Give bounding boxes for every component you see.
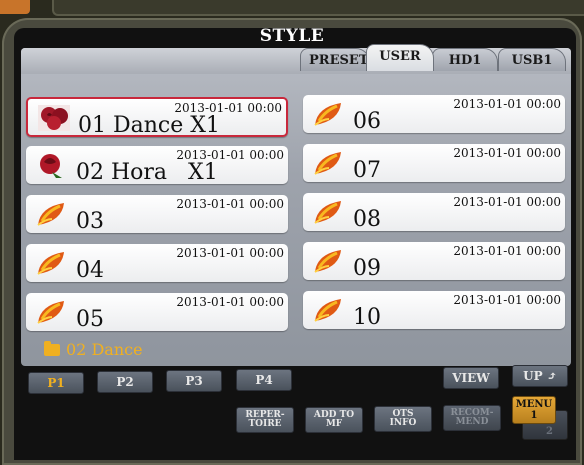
file-item-04[interactable]: 2013-01-01 00:00 04 [26, 244, 288, 283]
page-button-p3[interactable]: P3 [166, 370, 222, 392]
file-date: 2013-01-01 00:00 [453, 146, 561, 160]
leaf-icon [314, 201, 341, 224]
tab-user[interactable]: USER [366, 44, 434, 71]
file-date: 2013-01-01 00:00 [176, 246, 284, 260]
file-date: 2013-01-01 00:00 [453, 97, 561, 111]
repertoire-label-2: TOIRE [248, 419, 282, 429]
leaf-icon [314, 103, 341, 126]
recommend-label-2: MEND [455, 417, 489, 427]
leaf-icon [314, 299, 341, 322]
ots-info-label-2: INFO [389, 418, 417, 428]
file-name: 05 [76, 307, 104, 332]
file-name: 03 [76, 209, 104, 234]
folder-label: 02 Dance [66, 340, 143, 359]
file-item-02[interactable]: 2013-01-01 00:00 02 Hora X1 [26, 146, 288, 185]
leaf-icon [314, 152, 341, 175]
page-title: STYLE [259, 26, 325, 46]
file-item-01[interactable]: 2013-01-01 00:00 01 Dance X1 [26, 97, 288, 138]
file-date: 2013-01-01 00:00 [176, 295, 284, 309]
page-button-p4[interactable]: P4 [236, 369, 292, 391]
menu-1-number: 1 [530, 410, 538, 421]
file-name: 09 [353, 256, 381, 281]
file-name: 10 [353, 305, 381, 330]
rose-icon [38, 105, 70, 131]
tab-usb1[interactable]: USB1 [498, 48, 566, 71]
file-date: 2013-01-01 00:00 [176, 197, 284, 211]
file-item-05[interactable]: 2013-01-01 00:00 05 [26, 293, 288, 332]
tab-hd1[interactable]: HD1 [432, 48, 498, 71]
page-button-p1[interactable]: P1 [28, 372, 84, 394]
leaf-icon [314, 250, 341, 273]
tab-preset[interactable]: PRESET [300, 48, 370, 71]
file-name: 02 Hora X1 [76, 160, 218, 185]
menu-1-button[interactable]: MENU 1 [512, 396, 556, 424]
up-label: UP [523, 369, 543, 383]
file-item-09[interactable]: 2013-01-01 00:00 09 [303, 242, 565, 281]
ots-info-button[interactable]: OTS INFO [374, 406, 432, 432]
add-to-mf-button[interactable]: ADD TO MF [305, 407, 363, 433]
current-folder[interactable]: 02 Dance [44, 340, 143, 359]
file-name: 04 [76, 258, 104, 283]
add-to-mf-label-2: MF [325, 419, 343, 429]
file-date: 2013-01-01 00:00 [453, 195, 561, 209]
up-arrow-icon: ⤴ [546, 369, 557, 383]
file-item-03[interactable]: 2013-01-01 00:00 03 [26, 195, 288, 234]
up-button[interactable]: UP ⤴ [512, 365, 568, 387]
file-item-10[interactable]: 2013-01-01 00:00 10 [303, 291, 565, 330]
file-item-06[interactable]: 2013-01-01 00:00 06 [303, 95, 565, 134]
corner-tab [0, 0, 30, 14]
folder-icon [44, 341, 60, 356]
file-date: 2013-01-01 00:00 [453, 293, 561, 307]
file-date: 2013-01-01 00:00 [453, 244, 561, 258]
leaf-icon [37, 301, 64, 324]
file-item-07[interactable]: 2013-01-01 00:00 07 [303, 144, 565, 183]
file-name: 07 [353, 158, 381, 183]
menu-1-label: MENU [515, 399, 553, 410]
file-name: 06 [353, 109, 381, 134]
page-button-p2[interactable]: P2 [97, 371, 153, 393]
file-item-08[interactable]: 2013-01-01 00:00 08 [303, 193, 565, 232]
leaf-icon [37, 252, 64, 275]
file-name: 01 Dance X1 [78, 113, 220, 138]
menu-2-label: 2 [546, 426, 553, 437]
file-name: 08 [353, 207, 381, 232]
recommend-button[interactable]: RECOM- MEND [443, 405, 501, 431]
top-strip [52, 0, 584, 16]
leaf-icon [37, 203, 64, 226]
view-button[interactable]: VIEW [443, 367, 499, 389]
repertoire-button[interactable]: REPER- TOIRE [236, 407, 294, 433]
rose-icon [40, 154, 62, 178]
